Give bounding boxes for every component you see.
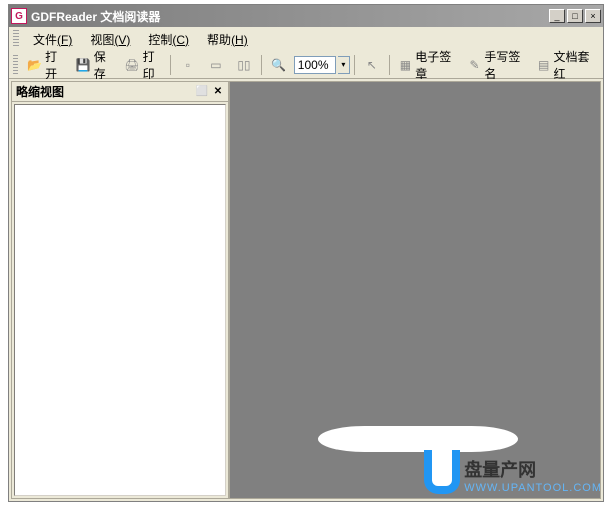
- open-label: 打开: [45, 48, 64, 82]
- handwrite-label: 手写签名: [484, 48, 525, 82]
- titlebar[interactable]: G GDFReader 文档阅读器 _ □ ×: [9, 5, 603, 27]
- watermark-u-icon: [424, 450, 460, 494]
- page-icon: ▫: [180, 57, 196, 73]
- print-label: 打印: [143, 48, 161, 82]
- window-title: GDFReader 文档阅读器: [31, 8, 549, 25]
- page-icon: ▭: [208, 57, 224, 73]
- watermark-text: 盘量产网 WWW.UPANTOOL.COM: [464, 456, 601, 494]
- pointer-button[interactable]: ↖: [359, 54, 385, 76]
- floppy-disk-icon: 💾: [76, 57, 91, 73]
- watermark: 盘量产网 WWW.UPANTOOL.COM: [424, 450, 601, 494]
- workarea: 略缩视图 ⬜ ✕ 盘量产网 WWW.UPANTOOL.COM: [9, 79, 603, 501]
- zoom-input[interactable]: 100%: [294, 56, 336, 74]
- zoom-dropdown-button[interactable]: ▾: [338, 56, 350, 74]
- save-label: 保存: [94, 48, 113, 82]
- menu-control-accel: (C): [172, 33, 189, 47]
- toolbar-separator: [389, 55, 390, 75]
- toolbar: 📂 打开 💾 保存 🖨 打印 ▫ ▭ ▯▯ 🔍 100% ▾ ↖ ▦ 电子签章 …: [9, 51, 603, 79]
- white-smear-overlay: [318, 426, 518, 452]
- page-double-button[interactable]: ▯▯: [231, 54, 257, 76]
- zoom-tool-button[interactable]: 🔍: [266, 54, 292, 76]
- watermark-title: 盘量产网: [464, 456, 601, 482]
- seal-icon: ▦: [399, 57, 413, 73]
- page-first-button[interactable]: ▫: [175, 54, 201, 76]
- document-viewer[interactable]: 盘量产网 WWW.UPANTOOL.COM: [229, 81, 601, 499]
- thumbnail-list[interactable]: [14, 104, 226, 496]
- panel-close-button[interactable]: ✕: [212, 86, 224, 98]
- page-single-button[interactable]: ▭: [203, 54, 229, 76]
- menu-help-label: 帮助: [207, 33, 231, 47]
- panel-header-buttons: ⬜ ✕: [196, 86, 224, 98]
- menu-help-accel: (H): [231, 33, 248, 47]
- thumbnail-panel-header: 略缩视图 ⬜ ✕: [12, 82, 228, 102]
- maximize-button[interactable]: □: [567, 9, 583, 23]
- doctpl-label: 文档套红: [553, 48, 594, 82]
- cursor-icon: ↖: [364, 57, 380, 73]
- pages-icon: ▯▯: [236, 57, 252, 73]
- app-window: G GDFReader 文档阅读器 _ □ × 文件(F) 视图(V) 控制(C…: [8, 4, 604, 502]
- esign-label: 电子签章: [415, 48, 456, 82]
- thumbnail-panel: 略缩视图 ⬜ ✕: [11, 81, 229, 499]
- toolbar-grip-icon[interactable]: [13, 55, 18, 75]
- thumbnail-panel-title: 略缩视图: [16, 83, 64, 100]
- zoom-value: 100%: [298, 58, 329, 72]
- window-controls: _ □ ×: [549, 9, 601, 23]
- pen-icon: ✎: [468, 57, 482, 73]
- app-icon: G: [11, 8, 27, 24]
- magnifier-icon: 🔍: [271, 57, 287, 73]
- watermark-url: WWW.UPANTOOL.COM: [464, 482, 601, 494]
- toolbar-separator: [354, 55, 355, 75]
- menu-help[interactable]: 帮助(H): [199, 28, 256, 51]
- toolbar-separator: [170, 55, 171, 75]
- printer-icon: 🖨: [124, 57, 139, 73]
- panel-pin-button[interactable]: ⬜: [196, 86, 208, 98]
- toolbar-separator: [261, 55, 262, 75]
- menubar-grip-icon[interactable]: [13, 30, 19, 48]
- minimize-button[interactable]: _: [549, 9, 565, 23]
- stamp-icon: ▤: [537, 57, 551, 73]
- close-button[interactable]: ×: [585, 9, 601, 23]
- folder-open-icon: 📂: [27, 57, 42, 73]
